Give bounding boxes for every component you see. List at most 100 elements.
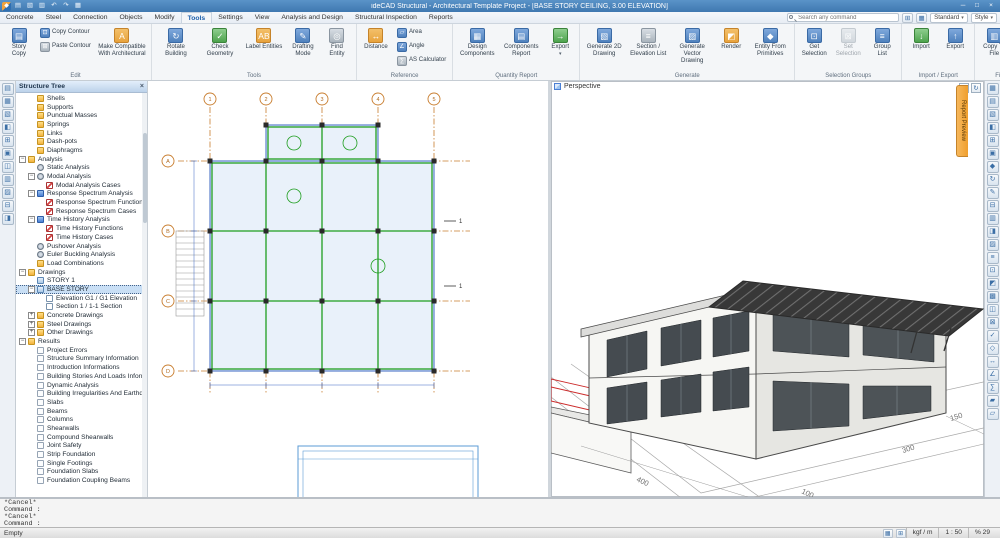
tree-item[interactable]: Response Spectrum Cases (16, 207, 147, 216)
design-components-button[interactable]: ▦ Design Components (456, 26, 498, 72)
right-toolbar-icon[interactable]: ▦ (987, 83, 999, 95)
tree-item[interactable]: Building Irregularities And Earthquake (16, 389, 147, 398)
standard-combo[interactable]: Standard▾ (930, 13, 968, 23)
tree-item[interactable]: Pushover Analysis (16, 242, 147, 251)
tree-item[interactable]: Shells (16, 94, 147, 103)
components-report-button[interactable]: ▤ Components Report (500, 26, 542, 72)
tree-item[interactable]: Joint Safety (16, 442, 147, 451)
undo-icon[interactable]: ↶ (49, 1, 59, 11)
right-toolbar-icon[interactable]: ∑ (987, 382, 999, 394)
scale-indicator[interactable]: 1 : 50 (938, 528, 968, 538)
tree-item[interactable]: Dynamic Analysis (16, 381, 147, 390)
tree-expander-icon[interactable]: − (28, 190, 35, 197)
right-toolbar-icon[interactable]: ◩ (987, 278, 999, 290)
left-toolbar-icon[interactable]: ◧ (2, 122, 14, 134)
redo-icon[interactable]: ↷ (61, 1, 71, 11)
tree-item[interactable]: − Modal Analysis (16, 172, 147, 181)
ribbon-tab[interactable]: Steel (40, 12, 68, 23)
tree-item[interactable]: Section 1 / 1-1 Section (16, 303, 147, 312)
ribbon-tab[interactable]: Connection (67, 12, 113, 23)
grid-toggle-icon[interactable]: ⊞ (896, 529, 906, 538)
left-toolbar-icon[interactable]: ◨ (2, 213, 14, 225)
command-line[interactable]: *Cancel*Command :*Cancel*Command : (0, 497, 1000, 527)
left-toolbar-icon[interactable]: ▨ (2, 187, 14, 199)
right-toolbar-icon[interactable]: ▱ (987, 408, 999, 420)
tree-item[interactable]: Foundation Coupling Beams (16, 476, 147, 485)
tree-item[interactable]: STORY 1 (16, 276, 147, 285)
print-icon[interactable]: ▦ (73, 1, 83, 11)
right-toolbar-icon[interactable]: ◧ (987, 122, 999, 134)
tree-item[interactable]: − Drawings (16, 268, 147, 277)
ribbon-tab[interactable]: Analysis and Design (275, 12, 349, 23)
ribbon-tab[interactable]: Tools (181, 12, 213, 23)
ribbon-tab[interactable]: Settings (212, 12, 249, 23)
tree-expander-icon[interactable]: − (19, 269, 26, 276)
paste-contour-button[interactable]: ⊞ Paste Contour (37, 40, 94, 53)
left-toolbar-icon[interactable]: ▦ (2, 96, 14, 108)
tree-item[interactable]: Strip Foundation (16, 450, 147, 459)
tree-scrollbar[interactable] (142, 93, 147, 497)
left-toolbar-icon[interactable]: ⊟ (2, 200, 14, 212)
plan-canvas[interactable]: 1 2 3 4 5 A B C D (148, 81, 548, 497)
tree-item[interactable]: Single Footings (16, 459, 147, 468)
section-elevation-list-button[interactable]: ≡ Section / Elevation List (627, 26, 669, 72)
ribbon-tab[interactable]: Structural Inspection (349, 12, 423, 23)
tree-expander-icon[interactable]: − (19, 338, 26, 345)
right-toolbar-icon[interactable]: ◆ (987, 161, 999, 173)
angle-button[interactable]: ∠ Angle (394, 40, 449, 53)
right-toolbar-icon[interactable]: ⊟ (987, 200, 999, 212)
right-toolbar-icon[interactable]: ✎ (987, 187, 999, 199)
tree-item[interactable]: − Response Spectrum Analysis (16, 190, 147, 199)
tree-item[interactable]: Shearwalls (16, 424, 147, 433)
import-button[interactable]: ↓ Import (905, 26, 937, 72)
snap-toggle-icon[interactable]: ▦ (883, 529, 893, 538)
right-toolbar-icon[interactable]: ⊠ (987, 317, 999, 329)
tree-item[interactable]: Supports (16, 103, 147, 112)
search-input[interactable] (787, 13, 899, 22)
sheet-view-icon[interactable]: ▦ (916, 13, 927, 23)
entity-from-primitives-button[interactable]: ◆ Entity From Primitives (749, 26, 791, 72)
label-entities-button[interactable]: AB Label Entities (243, 26, 285, 72)
right-toolbar-icon[interactable]: ⊡ (987, 265, 999, 277)
get-selection-button[interactable]: ⊡ Get Selection (798, 26, 830, 72)
left-toolbar-icon[interactable]: ▥ (2, 174, 14, 186)
render-button[interactable]: ◩ Render (715, 26, 747, 72)
ribbon-tab[interactable]: Reports (423, 12, 459, 23)
save-file-icon[interactable]: ▥ (37, 1, 47, 11)
generate-vector-drawing-button[interactable]: ▨ Generate Vector Drawing (671, 26, 713, 72)
distance-button[interactable]: ↔ Distance (360, 26, 392, 72)
generate-2d-drawing-button[interactable]: ▧ Generate 2D Drawing (583, 26, 625, 72)
story-copy-button[interactable]: ▤ Story Copy (3, 26, 35, 72)
left-toolbar-icon[interactable]: ▣ (2, 148, 14, 160)
tree-item[interactable]: Springs (16, 120, 147, 129)
tree-item[interactable]: Links (16, 129, 147, 138)
right-toolbar-icon[interactable]: ∠ (987, 369, 999, 381)
right-toolbar-icon[interactable]: ▤ (987, 96, 999, 108)
tree-item[interactable]: Modal Analysis Cases (16, 181, 147, 190)
tree-item[interactable]: Time History Cases (16, 233, 147, 242)
tree-scrollbar-thumb[interactable] (143, 133, 147, 223)
tree-item[interactable]: Introduction Informations (16, 363, 147, 372)
left-toolbar-icon[interactable]: ⊞ (2, 135, 14, 147)
tree-item[interactable]: Euler Buckling Analysis (16, 250, 147, 259)
right-toolbar-icon[interactable]: ◫ (987, 304, 999, 316)
tree-item[interactable]: Structure Summary Information (16, 355, 147, 364)
check-geometry-button[interactable]: ✓ Check Geometry (199, 26, 241, 72)
tree-item[interactable]: + Concrete Drawings (16, 311, 147, 320)
tree-item[interactable]: + Other Drawings (16, 329, 147, 338)
make-compatible-button[interactable]: A Make Compatible With Architectural (96, 26, 148, 72)
tree-item[interactable]: Columns (16, 415, 147, 424)
export-button[interactable]: ↑ Export (939, 26, 971, 72)
ribbon-tab[interactable]: Concrete (0, 12, 40, 23)
close-icon[interactable]: × (140, 83, 144, 90)
maximize-button[interactable]: □ (970, 1, 984, 11)
find-entity-button[interactable]: ◎ Find Entity (321, 26, 353, 72)
right-toolbar-icon[interactable]: ▩ (987, 291, 999, 303)
right-toolbar-icon[interactable]: ▧ (987, 109, 999, 121)
tree-item[interactable]: − Time History Analysis (16, 216, 147, 225)
minimize-button[interactable]: ─ (956, 1, 970, 11)
right-toolbar-icon[interactable]: ▣ (987, 148, 999, 160)
tree-item[interactable]: Punctual Masses (16, 111, 147, 120)
right-toolbar-icon[interactable]: ↻ (987, 174, 999, 186)
tree-item[interactable]: Static Analysis (16, 164, 147, 173)
